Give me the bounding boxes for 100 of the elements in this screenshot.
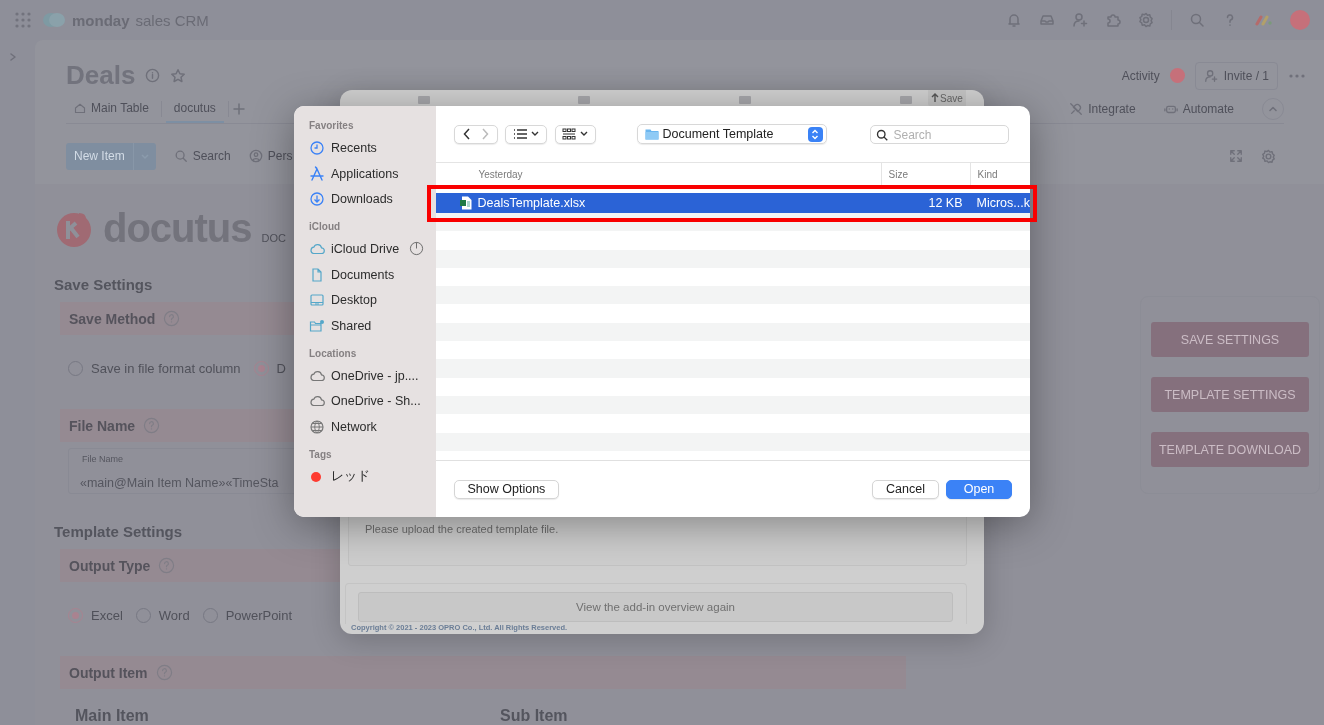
cancel-button[interactable]: Cancel bbox=[872, 479, 939, 499]
grid-view-button[interactable] bbox=[554, 124, 596, 144]
star-icon[interactable] bbox=[170, 68, 187, 84]
radio-option[interactable]: D bbox=[253, 360, 286, 376]
field-value: «main@Main Item Name»«TimeSta bbox=[80, 476, 279, 490]
stepper-icon bbox=[811, 128, 819, 140]
file-kind: Micros...k bbox=[975, 196, 1030, 210]
section-heading: Template Settings bbox=[54, 523, 183, 541]
invite-button[interactable]: Invite / 1 bbox=[1194, 62, 1278, 90]
home-icon bbox=[74, 102, 86, 115]
document-icon bbox=[309, 266, 325, 283]
search-button[interactable]: Search bbox=[173, 149, 231, 164]
sidebar-item[interactable]: レッド bbox=[309, 463, 436, 490]
file-row[interactable]: DealsTemplate.xlsx 12 KB Micros...k bbox=[435, 193, 1030, 213]
list-icon bbox=[512, 129, 527, 139]
sidebar-item[interactable]: OneDrive - jp.... bbox=[309, 362, 436, 389]
toolbar-icon[interactable] bbox=[578, 96, 590, 104]
chevron-right-icon[interactable] bbox=[8, 52, 18, 62]
tab[interactable]: Main Table bbox=[66, 95, 157, 124]
action-button[interactable]: TEMPLATE DOWNLOAD bbox=[1151, 432, 1309, 467]
folder-icon bbox=[644, 128, 659, 140]
section-title: Save Method bbox=[69, 310, 156, 327]
globe-icon bbox=[309, 419, 325, 436]
person-icon bbox=[248, 149, 263, 164]
activity-link[interactable]: Activity bbox=[1121, 69, 1160, 83]
sidebar-item[interactable]: Recents bbox=[309, 135, 436, 161]
logo-subtitle: DOC bbox=[261, 232, 286, 244]
overview-button[interactable]: View the add-in overview again bbox=[358, 592, 953, 622]
section-title: File Name bbox=[69, 417, 136, 434]
forward-icon[interactable] bbox=[480, 128, 489, 140]
radio-option[interactable]: Word bbox=[135, 607, 190, 623]
apps-grid-icon[interactable] bbox=[14, 11, 32, 29]
arrow-up-icon bbox=[931, 93, 939, 103]
section-title: Output Type bbox=[69, 557, 151, 574]
sidebar-item[interactable]: Applications bbox=[309, 160, 436, 187]
action-button[interactable]: TEMPLATE SETTINGS bbox=[1151, 377, 1309, 412]
column-heading: Sub Item bbox=[500, 707, 568, 725]
sidebar-heading: Tags bbox=[309, 448, 333, 462]
sidebar-item[interactable]: Shared bbox=[309, 313, 436, 339]
search-icon[interactable] bbox=[1189, 12, 1205, 28]
section-title: Output Item bbox=[69, 664, 148, 681]
search-icon bbox=[173, 149, 188, 164]
tab[interactable]: docutus bbox=[165, 95, 224, 124]
caret-icon bbox=[580, 131, 588, 137]
save-button[interactable]: Save bbox=[928, 90, 966, 106]
avatar bbox=[1169, 68, 1185, 84]
file-size: 12 KB bbox=[927, 196, 964, 210]
action-button[interactable]: SAVE SETTINGS bbox=[1151, 322, 1309, 357]
plug-icon bbox=[1069, 102, 1084, 117]
sidebar-heading: iCloud bbox=[309, 221, 342, 235]
back-icon[interactable] bbox=[462, 128, 471, 140]
show-options-button[interactable]: Show Options bbox=[453, 479, 560, 499]
settings-icon[interactable] bbox=[1261, 149, 1276, 164]
new-item-button[interactable]: New Item bbox=[66, 143, 156, 170]
shared-folder-icon bbox=[309, 317, 325, 334]
section-heading: Save Settings bbox=[54, 276, 153, 294]
file-name: DealsTemplate.xlsx bbox=[477, 196, 586, 210]
sidebar-item[interactable]: iCloud Drive bbox=[309, 236, 436, 262]
location-popup[interactable]: Document Template bbox=[636, 124, 827, 144]
grid-icon bbox=[562, 128, 576, 140]
settings-icon[interactable] bbox=[1138, 12, 1154, 28]
puzzle-icon[interactable] bbox=[1105, 12, 1121, 28]
inbox-icon[interactable] bbox=[1039, 12, 1055, 28]
search-field[interactable]: Search bbox=[869, 125, 1009, 144]
sidebar-item[interactable]: Desktop bbox=[309, 287, 436, 314]
radio-option[interactable]: PowerPoint bbox=[202, 607, 293, 623]
spreadsheet-file-icon bbox=[459, 196, 472, 210]
column-heading: Main Item bbox=[75, 707, 150, 725]
sidebar-item[interactable]: Documents bbox=[309, 261, 436, 288]
sidebar-item[interactable]: OneDrive - Sh... bbox=[309, 388, 436, 415]
bell-icon[interactable] bbox=[1006, 12, 1022, 28]
person-add-icon bbox=[1203, 69, 1218, 83]
sidebar-heading: Locations bbox=[309, 347, 358, 361]
toolbar-link[interactable]: Integrate bbox=[1069, 102, 1136, 117]
column-header[interactable]: Size bbox=[880, 162, 970, 186]
brand-marks-icon[interactable] bbox=[1255, 14, 1273, 26]
download-icon bbox=[309, 191, 325, 208]
sidebar-item[interactable]: Network bbox=[309, 414, 436, 440]
open-button[interactable]: Open bbox=[946, 479, 1012, 499]
clock-icon bbox=[309, 139, 325, 156]
person-filter-button[interactable]: Pers bbox=[248, 149, 293, 164]
toolbar-icon[interactable] bbox=[900, 96, 912, 104]
person-add-icon[interactable] bbox=[1072, 12, 1088, 28]
more-icon[interactable] bbox=[1288, 73, 1306, 79]
toolbar-link[interactable]: Automate bbox=[1163, 102, 1234, 117]
fullscreen-icon[interactable] bbox=[1229, 149, 1243, 164]
list-view-button[interactable] bbox=[504, 124, 547, 144]
plus-icon[interactable] bbox=[232, 103, 245, 116]
desktop-icon bbox=[309, 292, 325, 309]
radio-option[interactable]: Save in file format column bbox=[68, 360, 241, 376]
column-header[interactable]: Kind bbox=[969, 162, 1030, 186]
caret-icon bbox=[530, 131, 539, 137]
info-icon[interactable] bbox=[145, 68, 161, 84]
radio-option[interactable]: Excel bbox=[68, 607, 123, 623]
toolbar-icon[interactable] bbox=[418, 96, 430, 104]
app-store-icon bbox=[309, 165, 325, 182]
avatar[interactable] bbox=[1290, 10, 1310, 30]
docutus-logo-icon bbox=[55, 210, 93, 248]
toolbar-icon[interactable] bbox=[739, 96, 751, 104]
group-label: Yesterday bbox=[477, 168, 524, 180]
